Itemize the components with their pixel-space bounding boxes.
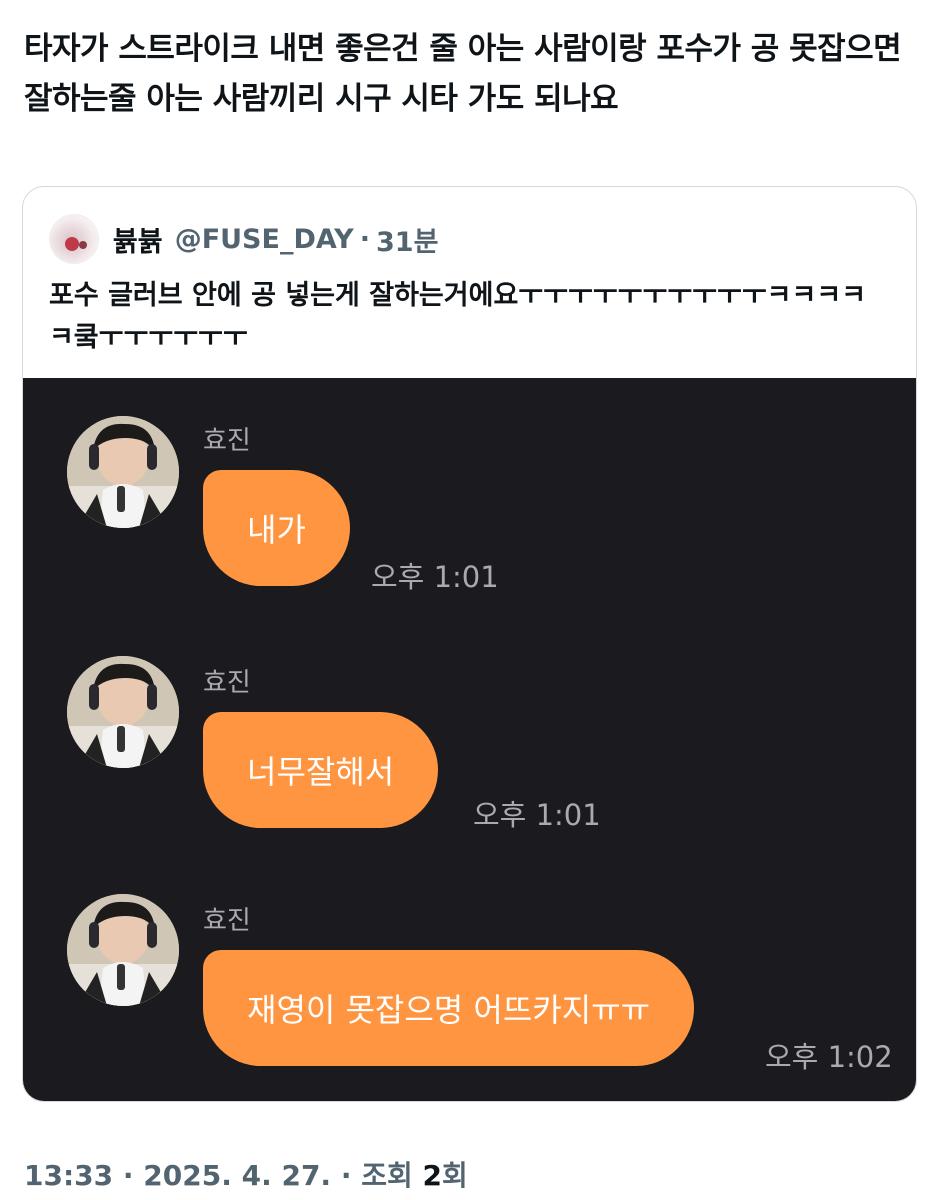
chat-sender-name: 효진 [203, 668, 251, 698]
separator-dot: · [122, 1159, 134, 1192]
chat-message-bubble: 재영이 못잡으명 어뜨카지ㅠㅠ [203, 950, 695, 1066]
post-date[interactable]: 2025. 4. 27. [143, 1159, 331, 1192]
quoted-post-time[interactable]: 31분 [376, 220, 438, 259]
quoted-author-handle[interactable]: @FUSE_DAY [175, 224, 354, 255]
views-label: 조회 [361, 1159, 413, 1192]
chat-message-bubble: 너무잘해서 [203, 712, 439, 828]
chat-avatar [67, 656, 179, 768]
separator-dot: · [340, 1159, 352, 1192]
chat-message-bubble: 내가 [203, 470, 350, 586]
chat-message-time: 오후 1:02 [765, 1040, 893, 1074]
quoted-author-name[interactable]: 뷹뷹 [113, 220, 163, 259]
views-count: 2 [422, 1159, 442, 1192]
chat-screenshot-image[interactable]: 효진 내가 오후 1:01 효진 너무잘해서 오후 1:01 효진 재영이 못잡… [23, 378, 916, 1101]
chat-message-time: 오후 1:01 [371, 560, 499, 594]
quoted-post-card[interactable]: 뷹뷹 @FUSE_DAY · 31분 포수 글러브 안에 공 넣는게 잘하는거에… [22, 186, 917, 1102]
post-text: 타자가 스트라이크 내면 좋은건 줄 아는 사람이랑 포수가 공 못잡으면 잘하… [24, 31, 912, 117]
separator-dot: · [359, 223, 370, 255]
quoted-post-header: 뷹뷹 @FUSE_DAY · 31분 [49, 214, 438, 264]
chat-avatar [67, 416, 179, 528]
chat-avatar [67, 894, 179, 1006]
chat-message-time: 오후 1:01 [473, 798, 601, 832]
post-meta: 13:33 · 2025. 4. 27. · 조회 2회 [24, 1154, 468, 1194]
chat-sender-name: 효진 [203, 426, 251, 456]
quoted-post-text: 포수 글러브 안에 공 넣는게 잘하는거에요ㅜㅜㅜㅜㅜㅜㅜㅜㅜㅜㅋㅋㅋㅋㅋ쿸ㅜㅜ… [49, 280, 867, 353]
chat-sender-name: 효진 [203, 906, 251, 936]
views-suffix: 회 [441, 1159, 468, 1192]
post-time[interactable]: 13:33 [24, 1159, 113, 1192]
quoted-author-avatar[interactable] [49, 214, 99, 264]
